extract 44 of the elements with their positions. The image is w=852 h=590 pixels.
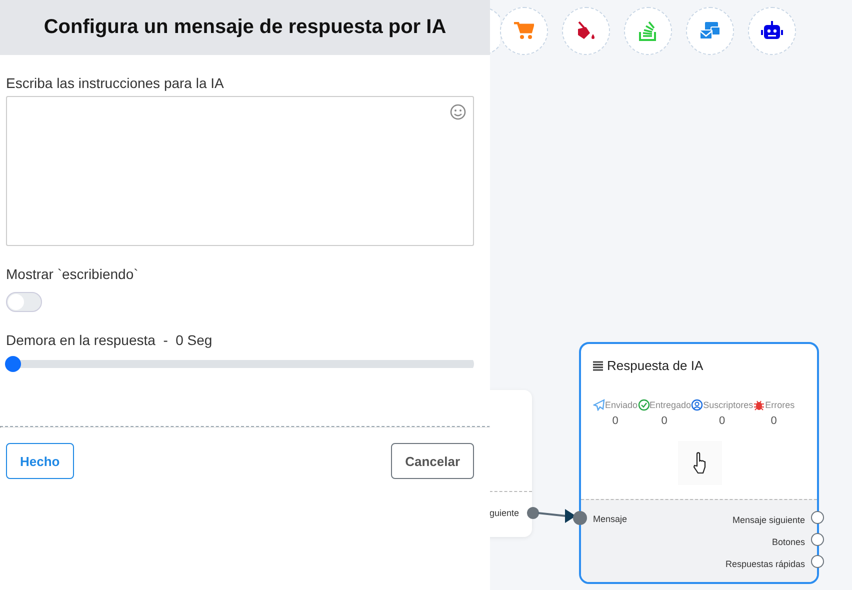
port-label: Mensaje siguiente <box>732 514 805 527</box>
panel-title: Configura un mensaje de respuesta por IA <box>44 16 446 39</box>
stat-value: 0 <box>770 415 777 427</box>
output-port[interactable] <box>811 555 824 568</box>
mail-icon <box>699 21 721 41</box>
typing-toggle[interactable] <box>6 292 42 312</box>
stat-label: Suscriptores <box>703 400 754 410</box>
output-port[interactable] <box>811 511 824 524</box>
stat-value: 0 <box>719 415 726 427</box>
port-label: Mensaje <box>593 514 628 524</box>
stat-value: 0 <box>661 415 668 427</box>
list-icon <box>593 360 603 370</box>
hand-pointer-icon <box>692 452 708 474</box>
output-port[interactable] <box>527 507 539 519</box>
output-port[interactable] <box>811 533 824 546</box>
done-button[interactable]: Hecho <box>6 443 74 479</box>
toggle-label: Mostrar `escribiendo` <box>6 266 140 282</box>
user-circle-icon <box>691 399 704 411</box>
flow-node[interactable]: Respuesta de IA Enviado 0 Entregado 0 Suscriptores 0 Errores 0 Mensaje Mensaje siguiente Botones Respuestas rápidas <box>579 342 819 584</box>
tool-button[interactable] <box>748 7 796 55</box>
input-port[interactable] <box>573 511 587 525</box>
node-title: Respuesta de IA <box>607 358 704 373</box>
port-label: guiente <box>489 508 519 518</box>
paint-bucket-icon <box>576 21 596 41</box>
instructions-field[interactable] <box>6 96 474 246</box>
tool-button[interactable] <box>562 7 610 55</box>
stat-label: Errores <box>765 400 795 410</box>
check-circle-icon <box>638 399 650 411</box>
paper-plane-icon <box>593 399 605 411</box>
bug-icon <box>753 399 766 411</box>
stat-label: Entregado <box>650 400 692 410</box>
connector-arrow <box>538 509 576 523</box>
stat-label: Enviado <box>605 400 638 410</box>
cancel-button[interactable]: Cancelar <box>391 443 474 479</box>
stat-value: 0 <box>612 415 618 427</box>
robot-icon <box>761 21 783 41</box>
port-label: Botones <box>772 536 805 549</box>
stack-icon <box>639 21 657 41</box>
smiley-icon[interactable] <box>450 104 466 120</box>
field-label: Escriba las instrucciones para la IA <box>6 75 225 91</box>
port-label: Respuestas rápidas <box>725 558 805 571</box>
slider-thumb[interactable] <box>5 356 21 372</box>
cart-icon <box>514 22 534 40</box>
slider-label: Demora en la respuesta - 0 Seg <box>6 332 214 348</box>
